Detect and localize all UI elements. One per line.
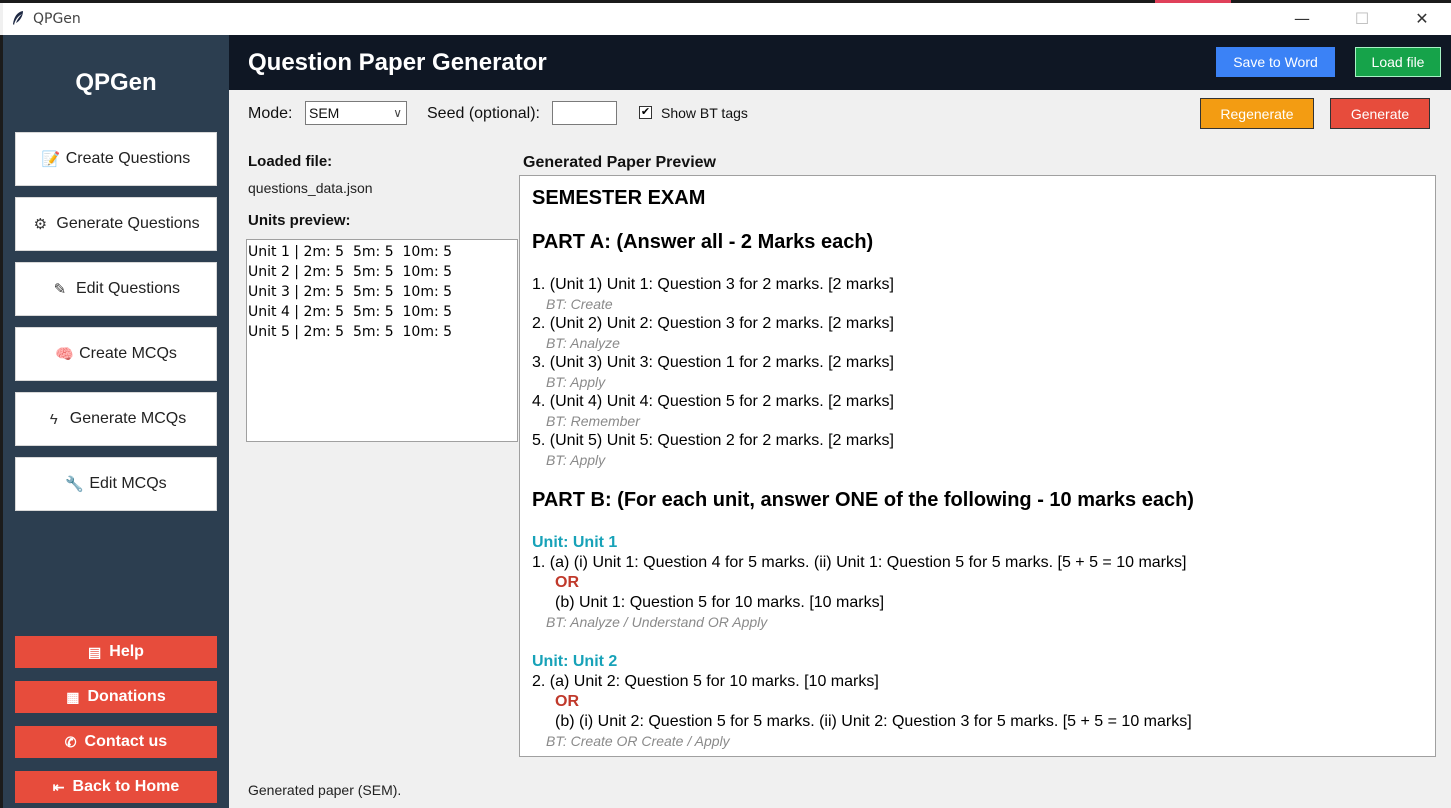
mode-value: SEM (309, 105, 340, 121)
or-separator: OR (555, 693, 579, 710)
sidebar-brand: QPGen (75, 69, 157, 96)
bt-tag: BT: Apply (546, 374, 606, 390)
feather-icon (13, 11, 23, 25)
pencil-icon: ✎ (53, 281, 67, 298)
close-button[interactable]: ✕ (1393, 3, 1451, 35)
edit-questions-label: Edit Questions (75, 280, 181, 297)
header-bar: Question Paper Generator Save to Word Lo… (229, 35, 1451, 90)
show-bt-tags-checkbox[interactable]: ✔ (639, 106, 652, 119)
bus-icon: ▤ (88, 643, 102, 660)
bt-tag: BT: Remember (546, 413, 640, 429)
question-item: 4. (Unit 4) Unit 4: Question 5 for 2 mar… (532, 393, 894, 410)
question-item: 1. (Unit 1) Unit 1: Question 3 for 2 mar… (532, 276, 894, 293)
back-to-home-button[interactable]: ⇤ Back to Home (15, 771, 217, 803)
units-preview-label: Units preview: (248, 212, 351, 229)
question-item: (b) Unit 1: Question 5 for 10 marks. [10… (555, 594, 885, 611)
show-bt-tags-label[interactable]: Show BT tags (661, 105, 748, 121)
question-item: 2. (a) Unit 2: Question 5 for 10 marks. … (532, 673, 879, 690)
create-mcqs-button[interactable]: 🧠 Create MCQs (15, 327, 217, 381)
preview-label: Generated Paper Preview (523, 154, 716, 171)
list-item: Unit 5 | 2m: 5 5m: 5 10m: 5 (248, 324, 453, 340)
list-item: Unit 1 | 2m: 5 5m: 5 10m: 5 (248, 244, 453, 260)
help-label: Help (109, 643, 144, 660)
create-questions-label: Create Questions (65, 150, 191, 167)
wrench-icon: 🔧 (65, 476, 85, 493)
list-item: Unit 3 | 2m: 5 5m: 5 10m: 5 (248, 284, 453, 300)
loaded-file-label: Loaded file: (248, 153, 333, 170)
back-to-home-label: Back to Home (72, 778, 180, 795)
question-item: 5. (Unit 5) Unit 5: Question 2 for 2 mar… (532, 432, 894, 449)
mode-label: Mode: (248, 105, 293, 122)
edit-mcqs-label: Edit MCQs (89, 475, 167, 492)
unit-heading: Unit: Unit 2 (532, 653, 618, 670)
bt-tag: BT: Analyze / Understand OR Apply (546, 614, 768, 630)
question-item: 3. (Unit 3) Unit 3: Question 1 for 2 mar… (532, 354, 894, 371)
paper-preview[interactable]: SEMESTER EXAM PART A: (Answer all - 2 Ma… (519, 175, 1436, 757)
page-title: Question Paper Generator (248, 49, 547, 76)
donations-label: Donations (87, 688, 166, 705)
list-item: Unit 2 | 2m: 5 5m: 5 10m: 5 (248, 264, 453, 280)
question-item: (b) (i) Unit 2: Question 5 for 5 marks. … (555, 713, 1192, 730)
gift-icon: ▦ (66, 688, 80, 705)
question-item: 1. (a) (i) Unit 1: Question 4 for 5 mark… (532, 554, 1187, 571)
window-title: QPGen (33, 11, 81, 27)
save-to-word-button[interactable]: Save to Word (1216, 47, 1335, 77)
lightning-icon: ϟ (49, 410, 58, 428)
app-window: QPGen — ☐ ✕ QPGen 📝 Create Questions ⚙ G… (0, 0, 1451, 808)
list-item: Unit 4 | 2m: 5 5m: 5 10m: 5 (248, 304, 453, 320)
title-bar: QPGen — ☐ ✕ (3, 3, 1451, 35)
chevron-down-icon: ∨ (393, 106, 402, 120)
part-a-heading: PART A: (Answer all - 2 Marks each) (532, 231, 874, 253)
brain-icon: 🧠 (55, 346, 74, 363)
back-arrow-icon: ⇤ (52, 778, 65, 795)
document-edit-icon: 📝 (41, 151, 61, 168)
generate-questions-button[interactable]: ⚙ Generate Questions (15, 197, 217, 251)
generate-button[interactable]: Generate (1330, 98, 1430, 129)
edit-questions-button[interactable]: ✎ Edit Questions (15, 262, 217, 316)
load-file-button[interactable]: Load file (1355, 47, 1441, 77)
donations-button[interactable]: ▦ Donations (15, 681, 217, 713)
status-text: Generated paper (SEM). (248, 782, 402, 798)
sidebar: QPGen 📝 Create Questions ⚙ Generate Ques… (3, 35, 229, 808)
bt-tag: BT: Analyze (546, 335, 620, 351)
seed-input[interactable] (552, 101, 617, 125)
regenerate-button[interactable]: Regenerate (1200, 98, 1314, 129)
generate-mcqs-label: Generate MCQs (69, 410, 187, 427)
mode-select[interactable]: SEM ∨ (305, 101, 407, 125)
phone-icon: ✆ (64, 733, 77, 750)
maximize-button[interactable]: ☐ (1333, 3, 1391, 35)
contact-us-button[interactable]: ✆ Contact us (15, 726, 217, 758)
generate-questions-label: Generate Questions (56, 215, 200, 232)
edit-mcqs-button[interactable]: 🔧 Edit MCQs (15, 457, 217, 511)
create-mcqs-label: Create MCQs (79, 345, 177, 362)
minimize-button[interactable]: — (1273, 3, 1331, 35)
create-questions-button[interactable]: 📝 Create Questions (15, 132, 217, 186)
loaded-file-name: questions_data.json (248, 180, 373, 196)
unit-heading: Unit: Unit 1 (532, 534, 618, 551)
bt-tag: BT: Create OR Create / Apply (546, 733, 730, 749)
gear-icon: ⚙ (33, 216, 48, 233)
or-separator: OR (555, 574, 579, 591)
seed-label: Seed (optional): (427, 105, 540, 122)
generate-mcqs-button[interactable]: ϟ Generate MCQs (15, 392, 217, 446)
units-preview-list[interactable]: Unit 1 | 2m: 5 5m: 5 10m: 5 Unit 2 | 2m:… (246, 239, 518, 442)
help-button[interactable]: ▤ Help (15, 636, 217, 668)
question-item: 2. (Unit 2) Unit 2: Question 3 for 2 mar… (532, 315, 894, 332)
part-b-heading: PART B: (For each unit, answer ONE of th… (532, 489, 1194, 511)
contact-us-label: Contact us (84, 733, 168, 750)
exam-title: SEMESTER EXAM (532, 187, 706, 209)
bt-tag: BT: Apply (546, 452, 606, 468)
bt-tag: BT: Create (546, 296, 613, 312)
